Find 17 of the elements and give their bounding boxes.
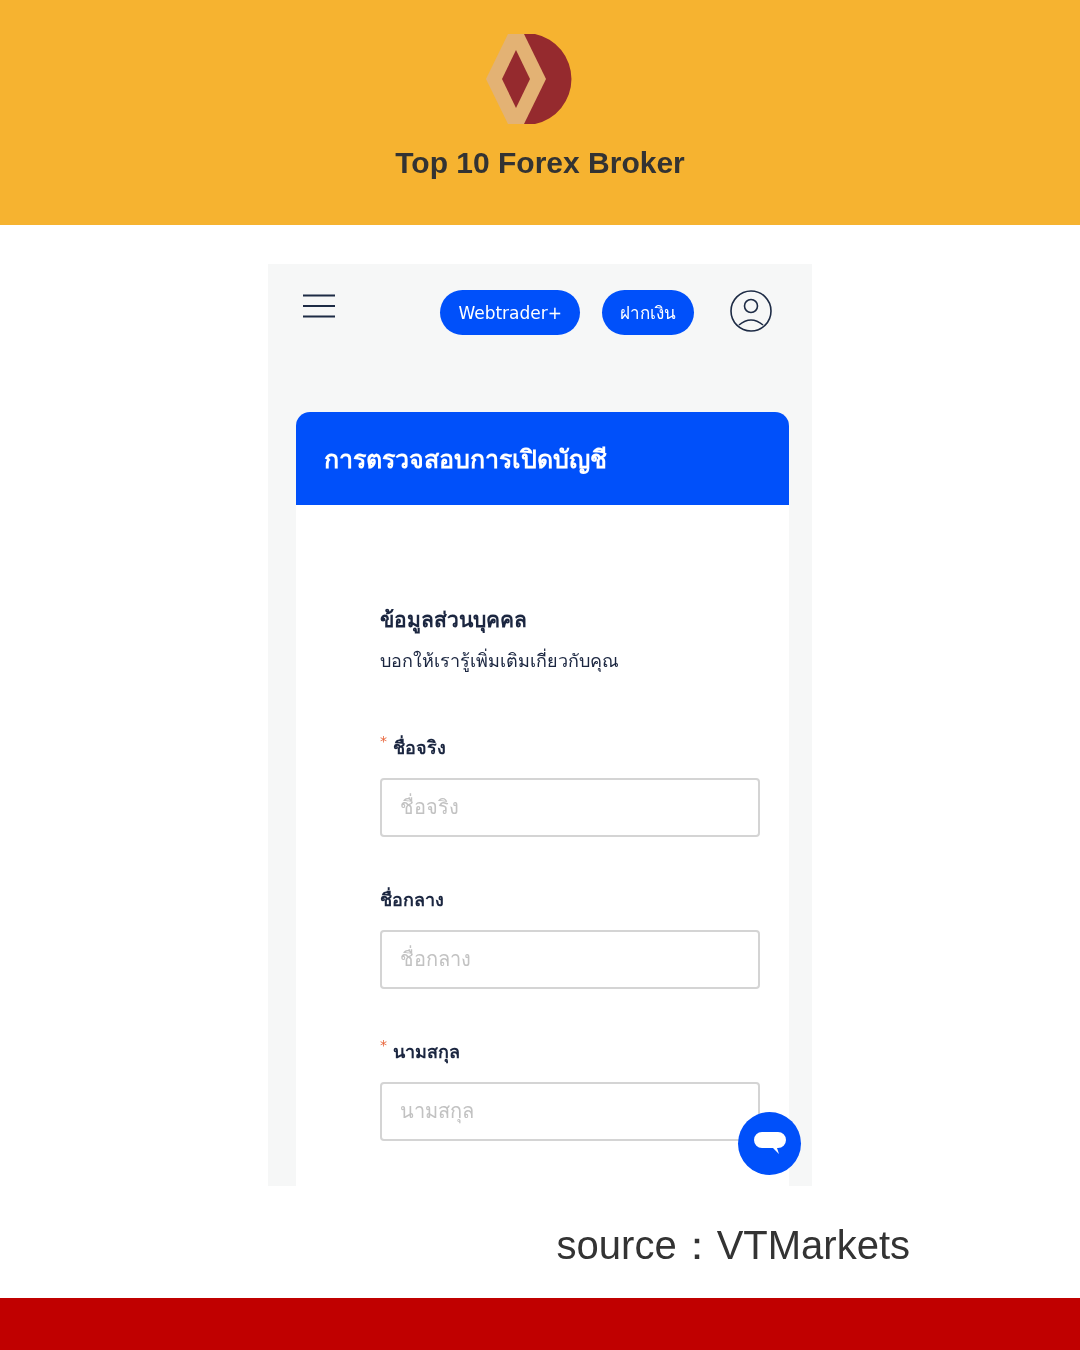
required-mark: *: [380, 733, 387, 749]
section-subtitle: บอกให้เรารู้เพิ่มเติมเกี่ยวกับคุณ: [380, 647, 620, 674]
source-caption: source：VTMarkets: [556, 1222, 910, 1269]
nav-button[interactable]: ฝากเงิน: [602, 290, 694, 335]
input-field[interactable]: ชื่อกลาง: [380, 930, 760, 989]
input-field[interactable]: นามสกุล: [380, 1082, 760, 1141]
menu-icon[interactable]: [302, 294, 336, 318]
form-title: การตรวจสอบการเปิดบัญชี: [324, 443, 607, 476]
nav-button[interactable]: Webtrader+: [440, 290, 580, 335]
field-label: นามสกุล: [393, 1040, 460, 1066]
required-mark: *: [380, 1037, 387, 1053]
field-label: ชื่อจริง: [393, 734, 446, 760]
banner-title: Top 10 Forex Broker: [395, 146, 685, 180]
user-icon[interactable]: [730, 290, 772, 332]
input-field[interactable]: ชื่อจริง: [380, 778, 760, 837]
section-title: ข้อมูลส่วนบุคคล: [380, 607, 528, 636]
field-label: ชื่อกลาง: [380, 886, 444, 912]
